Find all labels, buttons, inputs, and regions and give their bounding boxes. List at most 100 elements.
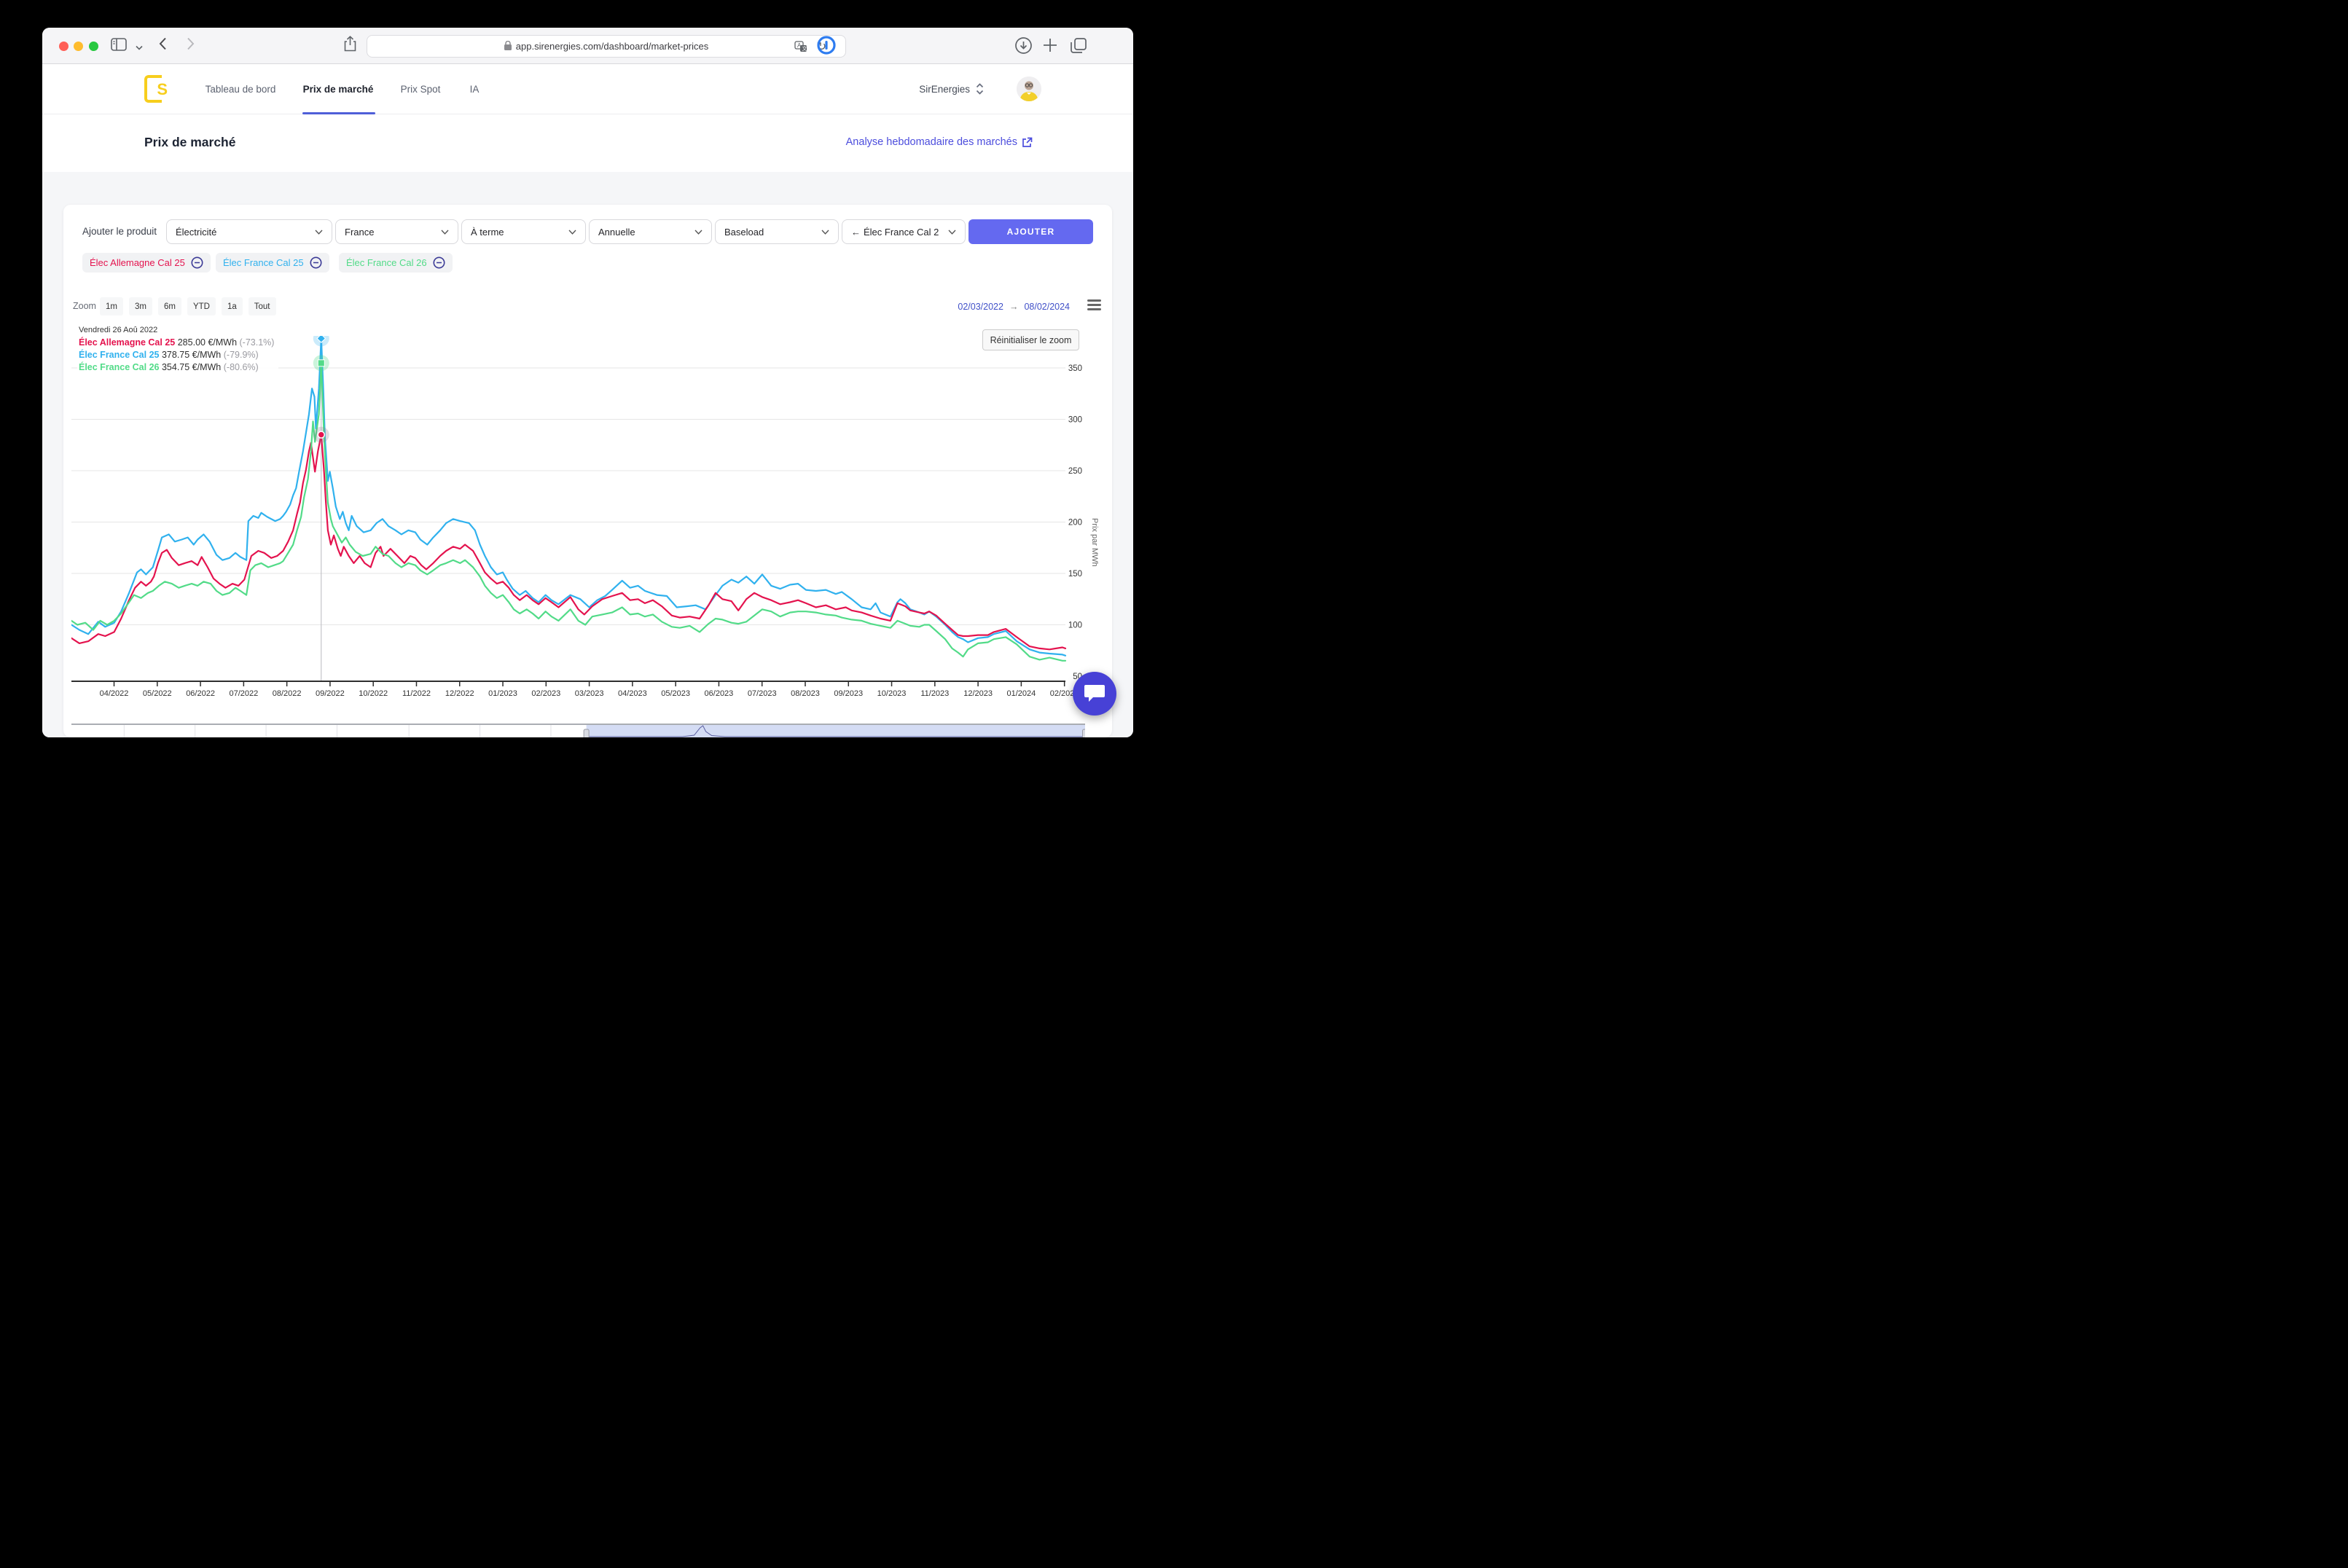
translate-icon[interactable]: A文 — [794, 41, 807, 55]
chevron-down-icon — [948, 230, 956, 235]
sirenergies-logo[interactable]: S — [144, 75, 166, 103]
browser-window: app.sirenergies.com/dashboard/market-pri… — [42, 28, 1133, 737]
logo-letter: S — [157, 80, 168, 99]
select-value: À terme — [471, 227, 568, 238]
tooltip-row: Élec France Cal 26 354.75 €/MWh (-80.6%) — [79, 361, 274, 374]
chat-bubble-icon — [1084, 683, 1105, 704]
weekly-analysis-link[interactable]: Analyse hebdomadaire des marchés — [846, 136, 1033, 148]
date-range: 02/03/2022 → 08/02/2024 — [958, 297, 1070, 315]
svg-text:150: 150 — [1068, 570, 1082, 579]
address-bar[interactable]: app.sirenergies.com/dashboard/market-pri… — [367, 35, 846, 58]
lock-icon — [504, 41, 512, 52]
url-text: app.sirenergies.com/dashboard/market-pri… — [516, 41, 708, 52]
tooltip-row: Élec France Cal 25 378.75 €/MWh (-79.9%) — [79, 349, 274, 361]
svg-text:06/2022: 06/2022 — [186, 689, 215, 698]
chat-widget-button[interactable] — [1073, 672, 1116, 716]
svg-text:05/2023: 05/2023 — [661, 689, 690, 698]
add-product-label: Ajouter le produit — [82, 219, 157, 244]
add-product-button[interactable]: AJOUTER — [968, 219, 1093, 244]
svg-text:08/2023: 08/2023 — [791, 689, 820, 698]
chart-menu-icon[interactable] — [1087, 299, 1101, 313]
svg-text:350: 350 — [1068, 364, 1082, 373]
avatar[interactable] — [1017, 77, 1041, 101]
svg-text:06/2023: 06/2023 — [705, 689, 734, 698]
zoom-range-1m[interactable]: 1m — [100, 297, 123, 315]
org-switcher[interactable]: SirEnergies — [919, 64, 984, 114]
select-value: Annuelle — [598, 227, 694, 238]
select-value: Baseload — [724, 227, 821, 238]
select-period[interactable]: Annuelle — [589, 219, 712, 244]
select-load-profile[interactable]: Baseload — [715, 219, 839, 244]
svg-text:05/2022: 05/2022 — [143, 689, 172, 698]
share-icon[interactable] — [344, 36, 356, 55]
zoom-range-3m[interactable]: 3m — [129, 297, 152, 315]
nav-item-ia[interactable]: IA — [470, 64, 480, 114]
screenshot-stage: app.sirenergies.com/dashboard/market-pri… — [0, 0, 1174, 784]
svg-text:09/2022: 09/2022 — [316, 689, 345, 698]
zoom-window-button[interactable] — [89, 42, 98, 51]
org-name: SirEnergies — [919, 84, 970, 95]
select-value: France — [345, 227, 441, 238]
select-market-type[interactable]: À terme — [461, 219, 586, 244]
chevron-down-icon — [315, 230, 323, 235]
browser-toolbar: app.sirenergies.com/dashboard/market-pri… — [42, 28, 1133, 64]
svg-text:100: 100 — [1068, 622, 1082, 630]
chart-tooltip: Vendredi 26 Aoû 2022 Élec Allemagne Cal … — [77, 324, 278, 377]
chevron-down-icon[interactable] — [136, 41, 143, 54]
nav-item-tableau-de-bord[interactable]: Tableau de bord — [206, 64, 276, 114]
select-product[interactable]: ←Élec France Cal 2 — [842, 219, 966, 244]
select-country[interactable]: France — [335, 219, 458, 244]
svg-text:01/2023: 01/2023 — [488, 689, 517, 698]
downloads-icon[interactable] — [1014, 36, 1033, 58]
svg-text:02/2023: 02/2023 — [531, 689, 560, 698]
y-axis-title: Prix par MWh — [1090, 518, 1098, 567]
svg-text:250: 250 — [1068, 467, 1082, 476]
zoom-range-ytd[interactable]: YTD — [187, 297, 216, 315]
zoom-range-tout[interactable]: Tout — [249, 297, 276, 315]
date-to[interactable]: 08/02/2024 — [1024, 302, 1070, 312]
select-energy-type[interactable]: Électricité — [166, 219, 332, 244]
product-tag: Élec France Cal 25 — [216, 253, 329, 273]
product-tag: Élec France Cal 26 — [339, 253, 453, 273]
close-window-button[interactable] — [59, 42, 69, 51]
page-title-row: Prix de marché Analyse hebdomadaire des … — [42, 114, 1133, 172]
nav-item-prix-spot[interactable]: Prix Spot — [401, 64, 441, 114]
product-tag-label: Élec Allemagne Cal 25 — [90, 257, 185, 268]
svg-text:04/2022: 04/2022 — [100, 689, 129, 698]
tab-overview-icon[interactable] — [1069, 36, 1088, 59]
chevron-updown-icon — [976, 83, 984, 95]
svg-text:10/2022: 10/2022 — [359, 689, 388, 698]
remove-product-icon[interactable] — [310, 256, 322, 269]
nav-item-prix-de-march-[interactable]: Prix de marché — [303, 64, 374, 114]
svg-text:12/2022: 12/2022 — [445, 689, 474, 698]
select-value: Élec France Cal 2 — [864, 227, 948, 238]
date-from[interactable]: 02/03/2022 — [958, 302, 1003, 312]
svg-text:09/2023: 09/2023 — [834, 689, 863, 698]
sidebar-icon[interactable] — [111, 38, 127, 55]
back-icon[interactable] — [159, 37, 167, 54]
remove-product-icon[interactable] — [191, 256, 203, 269]
svg-text:01/2024: 01/2024 — [1007, 689, 1036, 698]
zoom-range-1a[interactable]: 1a — [222, 297, 243, 315]
zoom-range-buttons: 1m 3m 6m YTD 1a Tout — [100, 297, 276, 315]
price-chart[interactable]: 35030025020015010050Prix par MWh04/20220… — [71, 336, 1098, 700]
product-tag-label: Élec France Cal 26 — [346, 257, 427, 268]
svg-text:07/2023: 07/2023 — [748, 689, 777, 698]
zoom-label: Zoom — [73, 297, 96, 315]
chevron-down-icon — [821, 230, 829, 235]
onepassword-icon[interactable] — [817, 36, 836, 58]
svg-text:300: 300 — [1068, 416, 1082, 425]
remove-product-icon[interactable] — [433, 256, 445, 269]
app-header: S Tableau de bord Prix de marché Prix Spot… — [42, 64, 1133, 114]
external-link-icon — [1022, 137, 1033, 148]
new-tab-icon[interactable] — [1041, 36, 1059, 58]
minimize-window-button[interactable] — [74, 42, 83, 51]
chart-navigator[interactable] — [71, 724, 1085, 737]
forward-icon[interactable] — [187, 37, 195, 54]
zoom-range-6m[interactable]: 6m — [158, 297, 181, 315]
tooltip-date: Vendredi 26 Aoû 2022 — [79, 326, 274, 334]
chevron-down-icon — [441, 230, 449, 235]
left-arrow-icon: ← — [851, 227, 861, 238]
product-tag-label: Élec France Cal 25 — [223, 257, 304, 268]
tooltip-row: Élec Allemagne Cal 25 285.00 €/MWh (-73.… — [79, 337, 274, 349]
